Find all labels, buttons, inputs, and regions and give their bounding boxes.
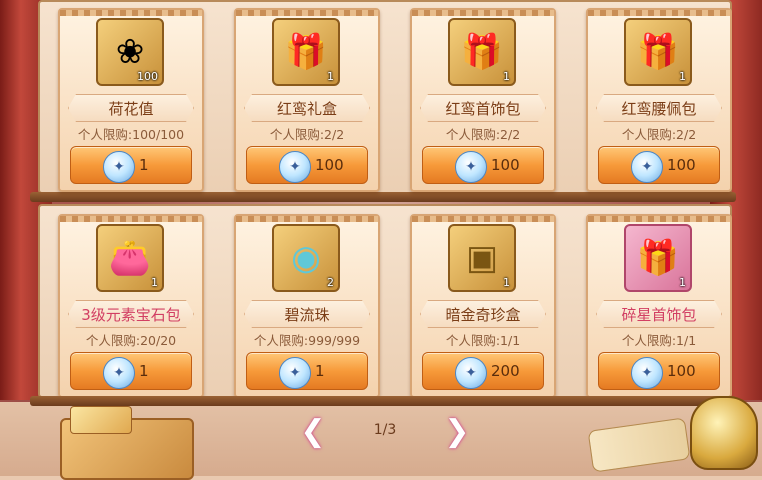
buy-button[interactable]: ✦ 100 bbox=[598, 146, 720, 184]
shop-item-card[interactable]: 🎁 1 红鸾首饰包 个人限购:2/2 ✦ 100 bbox=[410, 8, 556, 192]
item-name: 碎星首饰包 bbox=[621, 305, 697, 324]
item-price: 1 bbox=[315, 362, 325, 380]
buy-button[interactable]: ✦ 100 bbox=[422, 146, 544, 184]
item-icon-frame[interactable]: 🎁 1 bbox=[624, 224, 692, 292]
item-name-plate: 3级元素宝石包 bbox=[68, 300, 194, 328]
item-name: 红鸾腰佩包 bbox=[621, 99, 697, 118]
shop-item-card[interactable]: ▣ 1 暗金奇珍盒 个人限购:1/1 ✦ 200 bbox=[410, 214, 556, 398]
item-name-plate: 红鸾首饰包 bbox=[420, 94, 546, 122]
treasure-box-decoration bbox=[60, 406, 194, 480]
item-icon-frame[interactable]: 🎁 1 bbox=[272, 18, 340, 86]
dragon-mask-coin-icon: ✦ bbox=[103, 151, 135, 183]
dragon-mask-coin-icon: ✦ bbox=[631, 151, 663, 183]
golden-chest-icon: ▣ bbox=[465, 238, 499, 278]
item-quantity: 1 bbox=[679, 276, 686, 289]
shop-item-card[interactable]: 🎁 1 碎星首饰包 个人限购:1/1 ✦ 100 bbox=[586, 214, 732, 398]
item-price: 1 bbox=[139, 156, 149, 174]
shelf-rail bbox=[30, 396, 736, 406]
item-name: 3级元素宝石包 bbox=[81, 305, 181, 324]
item-quantity: 1 bbox=[327, 70, 334, 83]
card-ornament bbox=[412, 10, 554, 16]
page-indicator: 1/3 bbox=[373, 422, 397, 438]
purchase-limit: 个人限购:20/20 bbox=[85, 333, 177, 348]
item-icon-frame[interactable]: ▣ 1 bbox=[448, 224, 516, 292]
card-ornament bbox=[412, 216, 554, 222]
buy-button[interactable]: ✦ 1 bbox=[70, 146, 192, 184]
next-page-arrow-icon[interactable]: ❯ bbox=[444, 414, 470, 449]
shop-item-card[interactable]: ❀ 100 荷花值 个人限购:100/100 ✦ 1 bbox=[58, 8, 204, 192]
item-price: 100 bbox=[491, 156, 520, 174]
dragon-mask-coin-icon: ✦ bbox=[279, 151, 311, 183]
card-ornament bbox=[588, 10, 730, 16]
shop-item-card[interactable]: ◉ 2 碧流珠 个人限购:999/999 ✦ 1 bbox=[234, 214, 380, 398]
item-icon-frame[interactable]: 👛 1 bbox=[96, 224, 164, 292]
item-name: 红鸾礼盒 bbox=[276, 99, 337, 118]
buy-button[interactable]: ✦ 1 bbox=[246, 352, 368, 390]
shelf-rail bbox=[30, 192, 736, 202]
purchase-limit: 个人限购:1/1 bbox=[445, 333, 521, 348]
item-name: 荷花值 bbox=[108, 99, 154, 118]
star-jewel-box-icon: 🎁 bbox=[636, 238, 680, 278]
card-ornament bbox=[60, 10, 202, 16]
item-icon-frame[interactable]: ❀ 100 bbox=[96, 18, 164, 86]
gift-box-dice-icon: 🎁 bbox=[460, 32, 504, 72]
item-price: 200 bbox=[491, 362, 520, 380]
buy-button[interactable]: ✦ 1 bbox=[70, 352, 192, 390]
buy-button[interactable]: ✦ 100 bbox=[246, 146, 368, 184]
item-price: 100 bbox=[667, 156, 696, 174]
item-name-plate: 碎星首饰包 bbox=[596, 300, 722, 328]
purchase-limit: 个人限购:1/1 bbox=[621, 333, 697, 348]
item-price: 100 bbox=[667, 362, 696, 380]
shop-item-card[interactable]: 👛 1 3级元素宝石包 个人限购:20/20 ✦ 1 bbox=[58, 214, 204, 398]
card-ornament bbox=[236, 216, 378, 222]
item-name: 红鸾首饰包 bbox=[445, 99, 521, 118]
purchase-limit: 个人限购:2/2 bbox=[621, 127, 697, 142]
item-name-plate: 红鸾腰佩包 bbox=[596, 94, 722, 122]
card-ornament bbox=[236, 10, 378, 16]
purchase-limit: 个人限购:999/999 bbox=[253, 333, 361, 348]
item-quantity: 2 bbox=[327, 276, 334, 289]
item-name: 碧流珠 bbox=[284, 305, 330, 324]
dragon-mask-coin-icon: ✦ bbox=[279, 357, 311, 389]
shop-item-card[interactable]: 🎁 1 红鸾腰佩包 个人限购:2/2 ✦ 100 bbox=[586, 8, 732, 192]
item-price: 1 bbox=[139, 362, 149, 380]
item-name-plate: 暗金奇珍盒 bbox=[420, 300, 546, 328]
gift-box-dice-icon: 🎁 bbox=[636, 32, 680, 72]
jade-orb-icon: ◉ bbox=[291, 238, 321, 278]
item-name-plate: 荷花值 bbox=[68, 94, 194, 122]
prev-page-arrow-icon[interactable]: ❮ bbox=[300, 414, 326, 449]
dragon-mask-coin-icon: ✦ bbox=[455, 357, 487, 389]
item-name: 暗金奇珍盒 bbox=[445, 305, 521, 324]
purchase-limit: 个人限购:2/2 bbox=[445, 127, 521, 142]
purchase-limit: 个人限购:2/2 bbox=[269, 127, 345, 142]
shop-item-card[interactable]: 🎁 1 红鸾礼盒 个人限购:2/2 ✦ 100 bbox=[234, 8, 380, 192]
item-quantity: 100 bbox=[137, 70, 158, 83]
dragon-mask-coin-icon: ✦ bbox=[455, 151, 487, 183]
treasure-box-lid bbox=[70, 406, 132, 434]
pagination: ❮ 1/3 ❯ bbox=[300, 414, 470, 450]
gift-box-dice-icon: 🎁 bbox=[284, 32, 328, 72]
card-ornament bbox=[60, 216, 202, 222]
purchase-limit: 个人限购:100/100 bbox=[77, 127, 185, 142]
item-quantity: 1 bbox=[151, 276, 158, 289]
item-price: 100 bbox=[315, 156, 344, 174]
item-quantity: 1 bbox=[503, 70, 510, 83]
item-quantity: 1 bbox=[503, 276, 510, 289]
dragon-mask-coin-icon: ✦ bbox=[103, 357, 135, 389]
buy-button[interactable]: ✦ 200 bbox=[422, 352, 544, 390]
gem-pouch-icon: 👛 bbox=[108, 238, 152, 278]
item-name-plate: 碧流珠 bbox=[244, 300, 370, 328]
item-icon-frame[interactable]: 🎁 1 bbox=[448, 18, 516, 86]
item-quantity: 1 bbox=[679, 70, 686, 83]
item-icon-frame[interactable]: ◉ 2 bbox=[272, 224, 340, 292]
card-ornament bbox=[588, 216, 730, 222]
item-icon-frame[interactable]: 🎁 1 bbox=[624, 18, 692, 86]
incense-burner-decoration bbox=[690, 396, 758, 470]
buy-button[interactable]: ✦ 100 bbox=[598, 352, 720, 390]
dragon-mask-coin-icon: ✦ bbox=[631, 357, 663, 389]
item-name-plate: 红鸾礼盒 bbox=[244, 94, 370, 122]
